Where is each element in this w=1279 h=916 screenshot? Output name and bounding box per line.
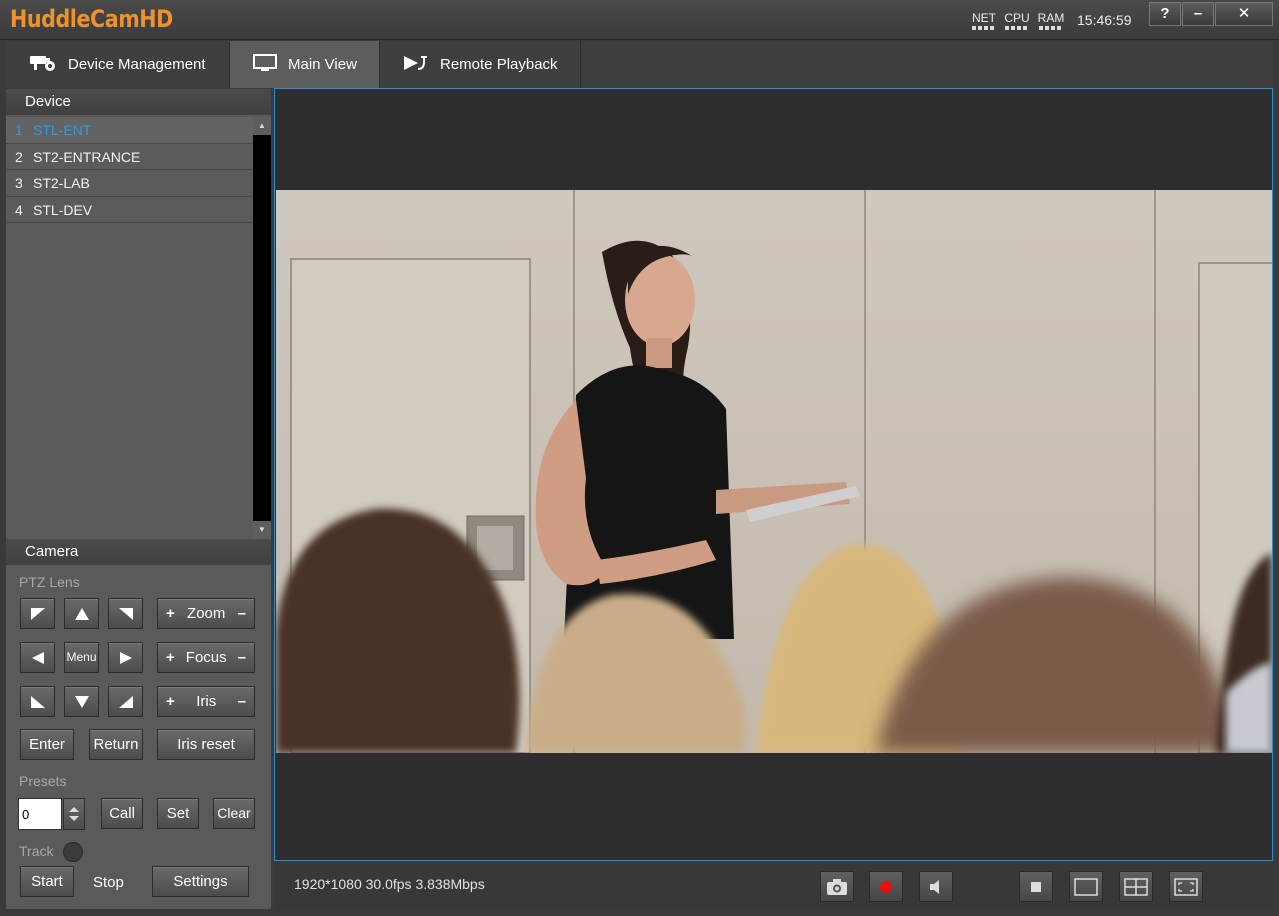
monitor-icon [252,53,278,77]
tab-bar: Device Management Main View Remote Playb… [6,41,1273,88]
track-start-button[interactable]: Start [20,866,74,897]
device-item[interactable]: 2 ST2-ENTRANCE [6,144,253,170]
minimize-button[interactable]: – [1182,2,1214,26]
pan-right-button[interactable] [108,642,143,673]
record-button[interactable] [869,871,903,902]
track-status-indicator [63,842,83,862]
pan-down-left-button[interactable] [20,686,55,717]
camera-cog-icon [28,53,58,77]
tab-main-view[interactable]: Main View [230,41,380,88]
tab-device-management[interactable]: Device Management [6,41,230,88]
tab-label: Main View [288,56,357,73]
camera-icon [821,878,853,896]
grid-four-icon [1120,878,1152,896]
stop-view-button[interactable] [1019,871,1053,902]
fullscreen-button[interactable] [1169,871,1203,902]
title-bar: HuddleCamHD NET CPU RAM 15:46:59 ? – ✕ [0,0,1279,40]
return-button[interactable]: Return [89,729,143,760]
zoom-out-button[interactable]: – [238,599,246,628]
device-item[interactable]: 1 STL-ENT [6,117,253,144]
focus-out-button[interactable]: – [238,643,246,672]
focus-control[interactable]: + Focus – [157,642,255,673]
track-settings-button[interactable]: Settings [152,866,249,897]
app-logo: HuddleCamHD [10,5,173,33]
ptz-lens-label: PTZ Lens [19,574,80,590]
pan-down-button[interactable] [64,686,99,717]
ram-meter: RAM [1037,11,1065,30]
clock: 15:46:59 [1077,12,1132,28]
track-stop-button[interactable]: Stop [93,874,124,891]
zoom-control[interactable]: + Zoom – [157,598,255,629]
enter-button[interactable]: Enter [20,729,74,760]
tab-remote-playback[interactable]: Remote Playback [380,41,581,88]
preset-set-button[interactable]: Set [157,798,199,829]
audio-button[interactable] [919,871,953,902]
net-meter: NET [970,11,998,30]
pan-up-left-button[interactable] [20,598,55,629]
help-button[interactable]: ? [1149,2,1181,26]
sidebar: Device 1 STL-ENT 2 ST2-ENTRANCE 3 ST2-LAB 4… [6,89,271,909]
camera-video-feed[interactable] [276,190,1272,753]
scroll-up-icon[interactable]: ▲ [253,117,271,135]
device-list: 1 STL-ENT 2 ST2-ENTRANCE 3 ST2-LAB 4 STL-DEV [6,117,253,539]
tab-label: Device Management [68,56,206,73]
status-bar: 1920*1080 30.0fps 3.838Mbps [274,862,1273,910]
stop-icon [1020,878,1052,896]
main-view-panel[interactable] [274,88,1273,861]
preset-number-input[interactable]: 0 [18,798,62,830]
device-scrollbar[interactable]: ▲ ▼ [253,117,271,539]
camera-header: Camera [6,539,271,565]
iris-open-button[interactable]: + [166,687,175,716]
record-icon [870,878,902,896]
zoom-in-button[interactable]: + [166,599,175,628]
device-header: Device [6,89,271,115]
scroll-down-icon[interactable]: ▼ [253,521,271,539]
pan-up-button[interactable] [64,598,99,629]
preset-spinner[interactable] [63,798,85,830]
preset-clear-button[interactable]: Clear [213,798,255,829]
video-frame-illustration [276,190,1272,753]
iris-reset-button[interactable]: Iris reset [157,729,255,760]
menu-button[interactable]: Menu [64,642,99,673]
device-item[interactable]: 3 ST2-LAB [6,170,253,197]
single-layout-button[interactable] [1069,871,1103,902]
speaker-icon [920,878,952,896]
iris-close-button[interactable]: – [238,687,246,716]
close-button[interactable]: ✕ [1215,2,1273,26]
single-view-icon [1070,878,1102,896]
fullscreen-icon [1170,878,1202,896]
preset-call-button[interactable]: Call [101,798,143,829]
cpu-meter: CPU [1003,11,1031,30]
snapshot-button[interactable] [820,871,854,902]
presets-label: Presets [19,773,67,789]
device-item[interactable]: 4 STL-DEV [6,197,253,223]
tab-label: Remote Playback [440,56,558,73]
iris-control[interactable]: + Iris – [157,686,255,717]
focus-in-button[interactable]: + [166,643,175,672]
pan-left-button[interactable] [20,642,55,673]
playback-icon [402,53,430,77]
track-label: Track [19,843,54,859]
quad-layout-button[interactable] [1119,871,1153,902]
pan-down-right-button[interactable] [108,686,143,717]
stream-info: 1920*1080 30.0fps 3.838Mbps [294,876,485,892]
pan-up-right-button[interactable] [108,598,143,629]
